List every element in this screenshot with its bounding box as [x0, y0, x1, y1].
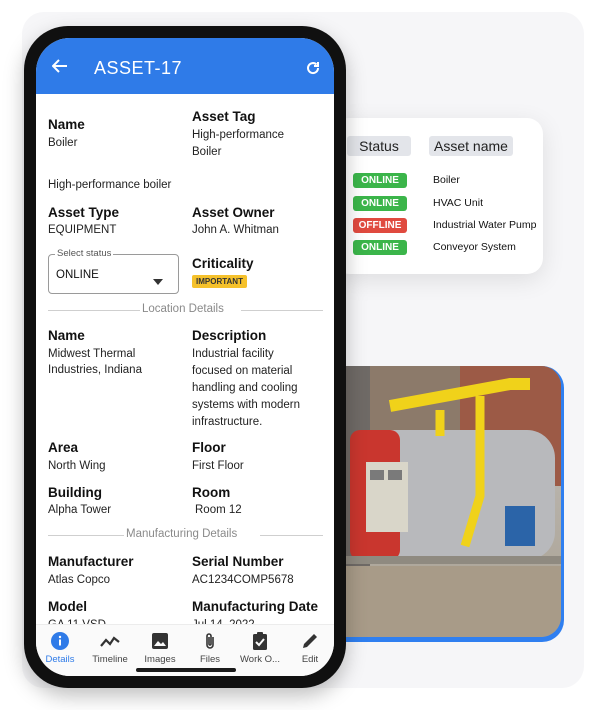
floor-label: Floor: [192, 440, 226, 455]
asset-tag-value-line1: High-performance: [192, 129, 285, 141]
building-label: Building: [48, 485, 102, 500]
manufacturing-section-title: Manufacturing Details: [126, 528, 238, 540]
nav-details[interactable]: Details: [36, 631, 85, 665]
location-description-line: focused on material: [192, 365, 293, 377]
asset-description: High-performance boiler: [48, 179, 172, 191]
manufacturing-section-divider: Manufacturing Details: [48, 528, 323, 542]
manufacturer-value: Atlas Copco: [48, 574, 111, 586]
nav-label: Details: [45, 654, 75, 665]
nav-work-orders[interactable]: Work O...: [235, 631, 285, 665]
location-name-label: Name: [48, 328, 85, 343]
image-icon: [150, 631, 170, 651]
manufacturer-label: Manufacturer: [48, 554, 134, 569]
status-badge: ONLINE: [353, 240, 407, 255]
asset-tag-label: Asset Tag: [192, 109, 256, 124]
location-section-title: Location Details: [142, 303, 224, 315]
location-description-line: Industrial facility: [192, 348, 274, 360]
asset-name: Boiler: [433, 174, 460, 186]
location-section-divider: Location Details: [48, 303, 323, 317]
status-badge: OFFLINE: [353, 218, 407, 233]
room-value: Room 12: [195, 504, 242, 516]
page-title: ASSET-17: [94, 58, 183, 78]
details-content: Name Boiler Asset Tag High-performance B…: [36, 94, 334, 631]
back-arrow-icon[interactable]: [51, 58, 68, 79]
nav-label: Edit: [301, 654, 319, 665]
nav-images[interactable]: Images: [135, 631, 185, 665]
nav-files[interactable]: Files: [185, 631, 235, 665]
area-value: North Wing: [48, 460, 106, 472]
model-label: Model: [48, 599, 87, 614]
status-row: ONLINE HVAC Unit: [333, 196, 543, 214]
boiler-photo: [330, 366, 561, 637]
floor-value: First Floor: [192, 460, 244, 472]
location-description-line: infrastructure.: [192, 416, 263, 428]
status-badge: ONLINE: [353, 173, 407, 188]
dropdown-caret-icon: [153, 272, 163, 290]
nav-label: Images: [144, 654, 176, 665]
status-badge: ONLINE: [353, 196, 407, 211]
status-row: ONLINE Boiler: [333, 173, 543, 191]
criticality-label: Criticality: [192, 256, 254, 271]
status-select[interactable]: Select status ONLINE: [48, 248, 179, 294]
info-icon: [50, 631, 70, 651]
nav-label: Timeline: [92, 654, 128, 665]
status-row: OFFLINE Industrial Water Pump: [333, 218, 543, 236]
select-status-label: Select status: [55, 248, 114, 259]
manufacturing-date-label: Manufacturing Date: [192, 599, 319, 614]
serial-number-label: Serial Number: [192, 554, 284, 569]
area-label: Area: [48, 440, 79, 455]
app-bar: ASSET-17: [36, 38, 334, 94]
serial-number-value: AC1234COMP5678: [192, 574, 294, 586]
asset-owner-label: Asset Owner: [192, 205, 275, 220]
location-description-label: Description: [192, 328, 267, 343]
status-column-header: Status: [347, 136, 411, 156]
room-label: Room: [192, 485, 231, 500]
clipboard-check-icon: [250, 631, 270, 651]
paperclip-icon: [200, 631, 220, 651]
home-indicator: [136, 668, 236, 672]
asset-type-label: Asset Type: [48, 205, 120, 220]
name-value: Boiler: [48, 137, 78, 149]
building-value: Alpha Tower: [48, 504, 112, 516]
photo-frame: [330, 366, 564, 642]
nav-timeline[interactable]: Timeline: [85, 631, 135, 665]
timeline-icon: [100, 631, 120, 651]
asset-tag-value-line2: Boiler: [192, 146, 222, 158]
asset-name: HVAC Unit: [433, 197, 483, 209]
refresh-icon[interactable]: [306, 61, 320, 80]
location-name-line2: Industries, Indiana: [48, 364, 142, 376]
name-label: Name: [48, 117, 85, 132]
asset-type-value: EQUIPMENT: [48, 224, 117, 236]
phone-frame: ASSET-17 Name Boiler Asset Tag High-perf…: [24, 26, 346, 688]
asset-status-card: Status Asset name ONLINE Boiler ONLINE H…: [333, 118, 543, 274]
nav-label: Files: [199, 654, 221, 665]
location-description-line: handling and cooling: [192, 382, 298, 394]
status-row: ONLINE Conveyor System: [333, 240, 543, 258]
asset-name-column-header: Asset name: [429, 136, 513, 156]
criticality-badge: IMPORTANT: [192, 275, 247, 288]
nav-edit[interactable]: Edit: [285, 631, 334, 665]
nav-label: Work O...: [240, 654, 280, 665]
asset-owner-value: John A. Whitman: [192, 224, 279, 236]
location-name-line1: Midwest Thermal: [48, 348, 136, 360]
pencil-icon: [300, 631, 320, 651]
location-description-line: systems with modern: [192, 399, 301, 411]
asset-name: Conveyor System: [433, 241, 516, 253]
phone-screen: ASSET-17 Name Boiler Asset Tag High-perf…: [36, 38, 334, 676]
asset-name: Industrial Water Pump: [433, 219, 537, 231]
select-status-value: ONLINE: [56, 269, 99, 281]
